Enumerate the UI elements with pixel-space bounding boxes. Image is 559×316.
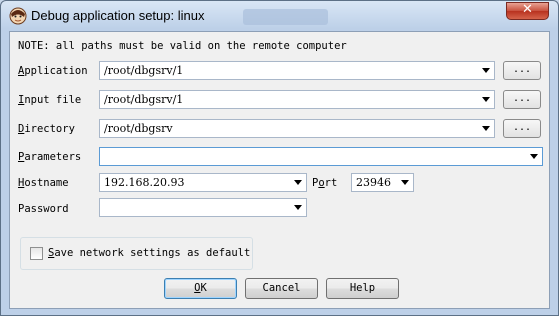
hostname-value: 192.168.20.93 [104, 176, 185, 189]
port-combobox[interactable]: 23946 [351, 173, 414, 192]
save-settings-group: Save network settings as default [20, 237, 253, 270]
close-button[interactable]: ✕ [506, 2, 549, 20]
hostname-label: Hostname [18, 177, 69, 189]
directory-combobox[interactable]: /root/dbgsrv [99, 119, 495, 138]
dialog-content: NOTE: all paths must be valid on the rem… [9, 31, 550, 309]
application-value: /root/dbgsrv/1 [104, 64, 184, 77]
chevron-down-icon[interactable] [530, 154, 538, 159]
title-bar[interactable]: Debug application setup: linux ✕ [1, 1, 558, 31]
parameters-label: Parameters [18, 151, 82, 163]
close-icon: ✕ [522, 2, 533, 17]
background-window-tab [243, 9, 328, 25]
ok-button[interactable]: OK [164, 278, 237, 299]
chevron-down-icon[interactable] [482, 126, 490, 131]
note-text: NOTE: all paths must be valid on the rem… [18, 40, 347, 52]
chevron-down-icon[interactable] [294, 180, 302, 185]
application-combobox[interactable]: /root/dbgsrv/1 [99, 61, 495, 80]
chevron-down-icon[interactable] [294, 205, 302, 210]
dialog-window: Debug application setup: linux ✕ NOTE: a… [0, 0, 559, 316]
cancel-button[interactable]: Cancel [245, 278, 318, 299]
ida-app-icon [9, 7, 27, 25]
input-file-value: /root/dbgsrv/1 [104, 93, 184, 106]
chevron-down-icon[interactable] [482, 97, 490, 102]
save-settings-checkbox[interactable] [30, 247, 43, 260]
parameters-combobox[interactable] [99, 147, 543, 166]
password-combobox[interactable] [99, 198, 307, 217]
directory-label: Directory [18, 123, 75, 135]
chevron-down-icon[interactable] [482, 68, 490, 73]
hostname-combobox[interactable]: 192.168.20.93 [99, 173, 307, 192]
password-label: Password [18, 203, 69, 215]
application-browse-button[interactable]: ... [503, 61, 541, 80]
port-value: 23946 [356, 176, 391, 189]
save-settings-label[interactable]: Save network settings as default [48, 247, 250, 259]
directory-value: /root/dbgsrv [104, 122, 173, 135]
port-label: Port [312, 177, 338, 189]
input-file-combobox[interactable]: /root/dbgsrv/1 [99, 90, 495, 109]
input-file-browse-button[interactable]: ... [503, 90, 541, 109]
window-title: Debug application setup: linux [31, 8, 205, 23]
directory-browse-button[interactable]: ... [503, 119, 541, 138]
chevron-down-icon[interactable] [401, 180, 409, 185]
application-label: Application [18, 65, 88, 77]
input-file-label: Input file [18, 94, 82, 106]
help-button[interactable]: Help [326, 278, 399, 299]
